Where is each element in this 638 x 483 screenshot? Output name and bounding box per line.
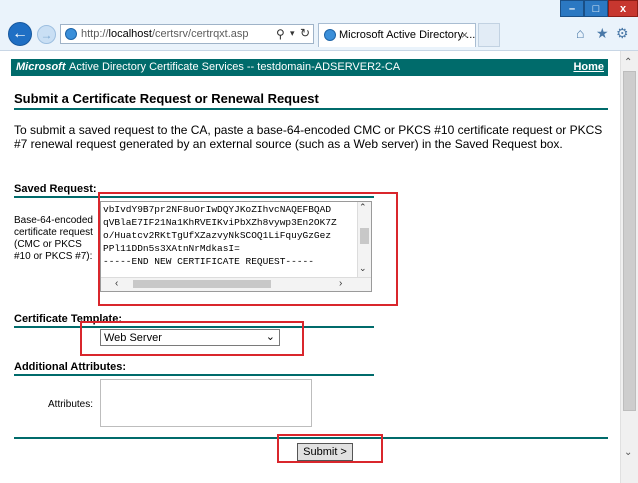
base64-field-label: Base-64-encoded certificate request (CMC… — [14, 215, 93, 262]
new-tab-button[interactable] — [478, 23, 500, 47]
home-icon[interactable]: ⌂ — [576, 25, 584, 41]
highlight-box — [277, 434, 383, 463]
chevron-up-icon[interactable]: ⌃ — [624, 57, 632, 68]
gear-icon[interactable]: ⚙ — [616, 25, 629, 42]
page-content: Microsoft Active Directory Certificate S… — [0, 51, 620, 483]
divider — [14, 374, 374, 376]
page-title: Submit a Certificate Request or Renewal … — [14, 91, 319, 106]
attributes-textarea[interactable] — [100, 379, 312, 427]
url-host: localhost — [108, 28, 152, 40]
chevron-down-icon[interactable]: ▾ — [290, 28, 295, 39]
url-path: /certsrv/certrqxt.asp — [151, 28, 249, 40]
search-icon[interactable]: ⚲ — [276, 27, 285, 41]
saved-request-label: Saved Request: — [14, 183, 97, 195]
additional-attributes-label: Additional Attributes: — [14, 361, 127, 373]
intro-text: To submit a saved request to the CA, pas… — [14, 123, 603, 151]
header-brand: Microsoft — [16, 61, 66, 73]
close-button[interactable]: x — [608, 0, 638, 17]
scroll-thumb[interactable] — [623, 71, 636, 411]
highlight-box — [98, 192, 398, 306]
close-tab-icon[interactable]: × — [461, 28, 468, 42]
divider — [14, 108, 608, 110]
page-scrollbar[interactable]: ⌃ ⌄ — [620, 51, 638, 483]
maximize-button[interactable]: □ — [584, 0, 608, 17]
home-link[interactable]: Home — [573, 61, 604, 73]
tab-title: Microsoft Active Directory ... — [339, 29, 476, 41]
ie-tab-icon — [324, 29, 336, 41]
url-text: http://localhost/certsrv/certrqxt.asp — [81, 28, 249, 40]
chevron-down-icon[interactable]: ⌄ — [624, 447, 632, 458]
minimize-button[interactable]: – — [560, 0, 584, 17]
url-prefix: http:// — [81, 28, 109, 40]
header-band: Microsoft Active Directory Certificate S… — [11, 59, 608, 76]
browser-tab[interactable]: Microsoft Active Directory ... × — [318, 23, 476, 47]
highlight-box — [80, 321, 304, 356]
ie-page-icon — [65, 28, 77, 40]
star-icon[interactable]: ★ — [596, 25, 609, 42]
refresh-icon[interactable]: ↻ — [300, 26, 310, 40]
browser-chrome: – □ x ← → http://localhost/certsrv/certr… — [0, 0, 638, 51]
forward-arrow-icon[interactable]: → — [37, 25, 56, 44]
header-title: Active Directory Certificate Services --… — [69, 61, 401, 73]
back-arrow-icon[interactable]: ← — [8, 22, 32, 46]
attributes-label: Attributes: — [48, 399, 94, 410]
